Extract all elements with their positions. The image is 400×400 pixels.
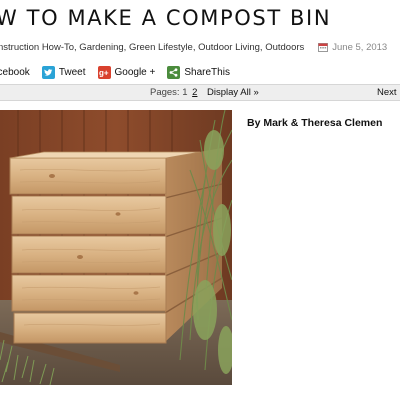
google-plus-share-button[interactable]: g+ Google + bbox=[97, 66, 156, 79]
publish-date: June 5, 2013 bbox=[332, 41, 388, 53]
share-bar: acebook Tweet g+ Google + Share bbox=[0, 66, 242, 79]
calendar-icon bbox=[318, 42, 329, 52]
pagination-pages: Pages: 1 2 bbox=[150, 87, 197, 98]
display-all-link[interactable]: Display All » bbox=[207, 87, 259, 98]
pagination-bar: Pages: 1 2 Display All » Next bbox=[0, 84, 400, 101]
category-links[interactable]: nstruction How-To, Gardening, Green Life… bbox=[0, 42, 304, 53]
svg-text:g+: g+ bbox=[99, 69, 109, 78]
twitter-share-button[interactable]: Tweet bbox=[41, 66, 86, 79]
compost-bin-photo bbox=[0, 110, 232, 385]
facebook-share-button[interactable]: acebook bbox=[0, 67, 30, 78]
article-page: W TO MAKE A COMPOST BIN nstruction How-T… bbox=[0, 0, 400, 400]
article-byline: By Mark & Theresa Clemen bbox=[247, 117, 383, 129]
pagination-current-page[interactable]: 2 bbox=[192, 87, 197, 98]
next-page-link[interactable]: Next bbox=[377, 87, 397, 98]
article-title: W TO MAKE A COMPOST BIN bbox=[0, 6, 332, 30]
google-plus-share-label: Google + bbox=[114, 67, 156, 78]
twitter-share-label: Tweet bbox=[58, 67, 86, 78]
google-plus-icon: g+ bbox=[97, 66, 111, 79]
sharethis-button[interactable]: ShareThis bbox=[167, 66, 230, 79]
article-meta: nstruction How-To, Gardening, Green Life… bbox=[0, 41, 400, 53]
twitter-icon bbox=[41, 66, 55, 79]
pagination-label[interactable]: Pages: 1 bbox=[150, 87, 188, 98]
sharethis-icon bbox=[167, 66, 181, 79]
facebook-share-label: acebook bbox=[0, 67, 30, 78]
sharethis-label: ShareThis bbox=[184, 67, 230, 78]
